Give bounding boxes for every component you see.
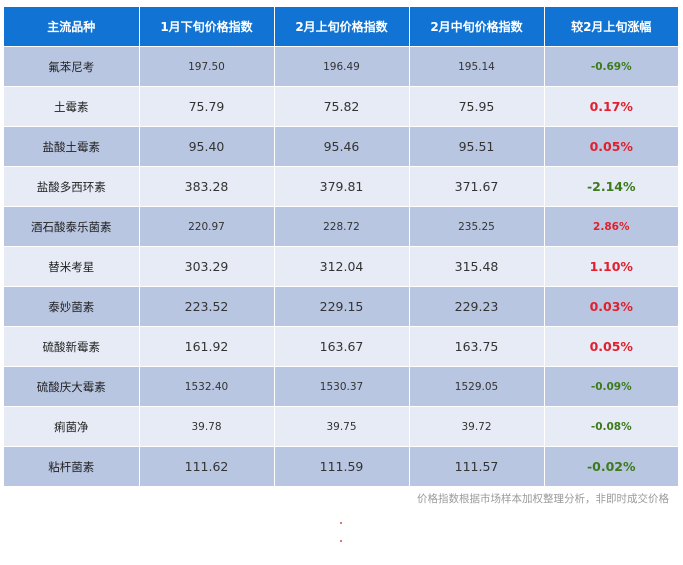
decorative-dot bbox=[340, 540, 342, 542]
table-row: 替米考星 303.29 312.04 315.48 1.10% bbox=[4, 246, 678, 287]
feb-mid-index: 39.72 bbox=[409, 406, 545, 447]
change-percent: -0.08% bbox=[544, 406, 678, 447]
feb-mid-index: 163.75 bbox=[409, 326, 545, 367]
header-variety: 主流品种 bbox=[4, 7, 140, 47]
feb-mid-index: 371.67 bbox=[409, 166, 545, 207]
jan-late-index: 223.52 bbox=[139, 286, 275, 327]
variety-name: 盐酸多西环素 bbox=[4, 166, 140, 207]
change-percent: 0.17% bbox=[544, 86, 678, 127]
feb-early-index: 75.82 bbox=[274, 86, 410, 127]
table-row: 氟苯尼考 197.50 196.49 195.14 -0.69% bbox=[4, 46, 678, 87]
feb-early-index: 229.15 bbox=[274, 286, 410, 327]
feb-early-index: 228.72 bbox=[274, 206, 410, 247]
header-change-vs-feb-early: 较2月上旬涨幅 bbox=[544, 7, 678, 47]
table-row: 痢菌净 39.78 39.75 39.72 -0.08% bbox=[4, 406, 678, 447]
table-row: 泰妙菌素 223.52 229.15 229.23 0.03% bbox=[4, 286, 678, 327]
jan-late-index: 111.62 bbox=[139, 446, 275, 486]
variety-name: 酒石酸泰乐菌素 bbox=[4, 206, 140, 247]
feb-mid-index: 229.23 bbox=[409, 286, 545, 327]
table-header-row: 主流品种 1月下旬价格指数 2月上旬价格指数 2月中旬价格指数 较2月上旬涨幅 bbox=[4, 7, 678, 47]
variety-name: 硫酸庆大霉素 bbox=[4, 366, 140, 407]
jan-late-index: 39.78 bbox=[139, 406, 275, 447]
feb-mid-index: 75.95 bbox=[409, 86, 545, 127]
jan-late-index: 75.79 bbox=[139, 86, 275, 127]
header-jan-late-index: 1月下旬价格指数 bbox=[139, 7, 275, 47]
feb-early-index: 196.49 bbox=[274, 46, 410, 87]
footnote: 价格指数根据市场样本加权整理分析，非即时成交价格 bbox=[417, 493, 669, 505]
table-body: 氟苯尼考 197.50 196.49 195.14 -0.69% 土霉素 75.79 75.8… bbox=[4, 46, 678, 486]
table-row: 硫酸新霉素 161.92 163.67 163.75 0.05% bbox=[4, 326, 678, 367]
variety-name: 盐酸土霉素 bbox=[4, 126, 140, 167]
header-feb-early-index: 2月上旬价格指数 bbox=[274, 7, 410, 47]
change-percent: 0.05% bbox=[544, 126, 678, 167]
feb-mid-index: 111.57 bbox=[409, 446, 545, 486]
change-percent: -2.14% bbox=[544, 166, 678, 207]
feb-early-index: 312.04 bbox=[274, 246, 410, 287]
feb-early-index: 111.59 bbox=[274, 446, 410, 486]
feb-early-index: 1530.37 bbox=[274, 366, 410, 407]
jan-late-index: 197.50 bbox=[139, 46, 275, 87]
feb-mid-index: 315.48 bbox=[409, 246, 545, 287]
jan-late-index: 95.40 bbox=[139, 126, 275, 167]
table-row: 酒石酸泰乐菌素 220.97 228.72 235.25 2.86% bbox=[4, 206, 678, 247]
change-percent: -0.02% bbox=[544, 446, 678, 486]
jan-late-index: 161.92 bbox=[139, 326, 275, 367]
header-feb-mid-index: 2月中旬价格指数 bbox=[409, 7, 545, 47]
change-percent: 2.86% bbox=[544, 206, 678, 247]
feb-early-index: 39.75 bbox=[274, 406, 410, 447]
table-row: 硫酸庆大霉素 1532.40 1530.37 1529.05 -0.09% bbox=[4, 366, 678, 407]
variety-name: 土霉素 bbox=[4, 86, 140, 127]
variety-name: 粘杆菌素 bbox=[4, 446, 140, 486]
decorative-dot bbox=[340, 522, 342, 524]
change-percent: 0.03% bbox=[544, 286, 678, 327]
change-percent: 1.10% bbox=[544, 246, 678, 287]
variety-name: 痢菌净 bbox=[4, 406, 140, 447]
feb-early-index: 95.46 bbox=[274, 126, 410, 167]
feb-mid-index: 95.51 bbox=[409, 126, 545, 167]
variety-name: 硫酸新霉素 bbox=[4, 326, 140, 367]
price-index-table: 主流品种 1月下旬价格指数 2月上旬价格指数 2月中旬价格指数 较2月上旬涨幅 … bbox=[4, 7, 678, 486]
table-row: 盐酸土霉素 95.40 95.46 95.51 0.05% bbox=[4, 126, 678, 167]
jan-late-index: 1532.40 bbox=[139, 366, 275, 407]
variety-name: 泰妙菌素 bbox=[4, 286, 140, 327]
jan-late-index: 303.29 bbox=[139, 246, 275, 287]
feb-mid-index: 1529.05 bbox=[409, 366, 545, 407]
change-percent: -0.69% bbox=[544, 46, 678, 87]
variety-name: 替米考星 bbox=[4, 246, 140, 287]
change-percent: -0.09% bbox=[544, 366, 678, 407]
change-percent: 0.05% bbox=[544, 326, 678, 367]
variety-name: 氟苯尼考 bbox=[4, 46, 140, 87]
feb-early-index: 379.81 bbox=[274, 166, 410, 207]
feb-mid-index: 195.14 bbox=[409, 46, 545, 87]
table-row: 盐酸多西环素 383.28 379.81 371.67 -2.14% bbox=[4, 166, 678, 207]
table-row: 土霉素 75.79 75.82 75.95 0.17% bbox=[4, 86, 678, 127]
table-row: 粘杆菌素 111.62 111.59 111.57 -0.02% bbox=[4, 446, 678, 486]
jan-late-index: 383.28 bbox=[139, 166, 275, 207]
feb-early-index: 163.67 bbox=[274, 326, 410, 367]
jan-late-index: 220.97 bbox=[139, 206, 275, 247]
feb-mid-index: 235.25 bbox=[409, 206, 545, 247]
